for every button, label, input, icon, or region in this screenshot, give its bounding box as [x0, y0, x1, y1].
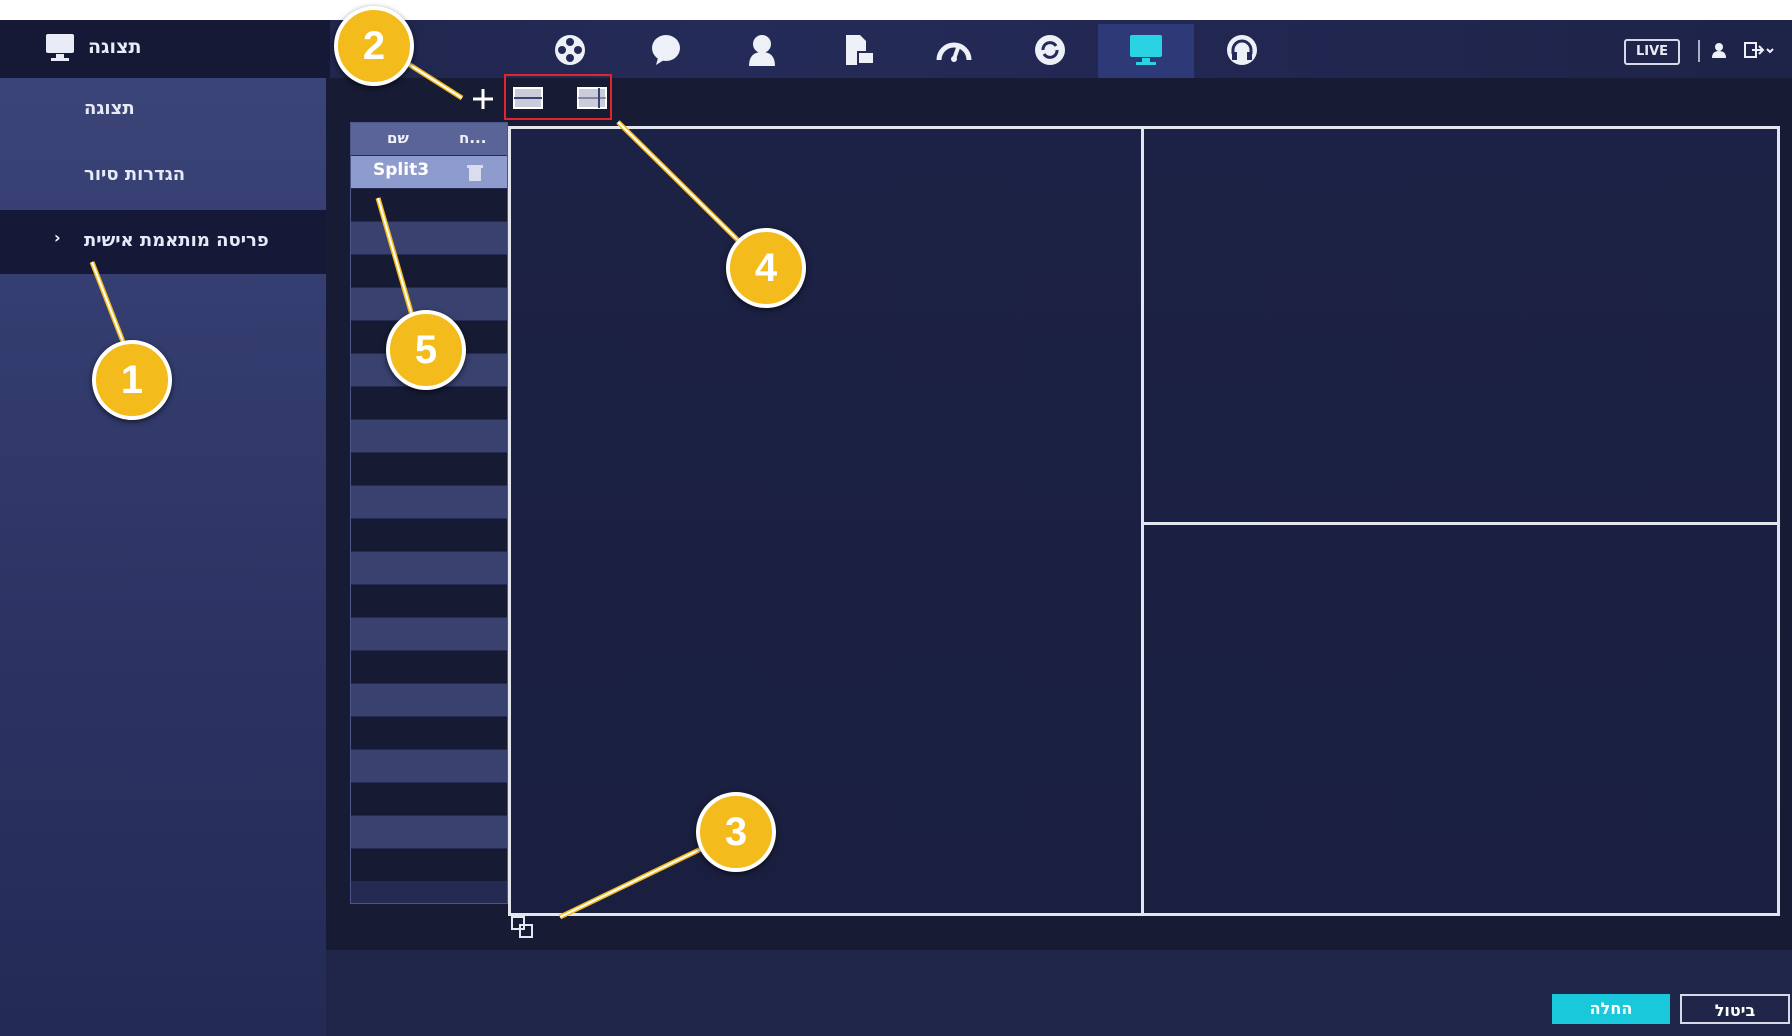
callout-4: 4: [726, 228, 806, 308]
callout-2: 2: [334, 6, 414, 86]
callout-pointers: [89, 43, 760, 920]
callout-3: 3: [696, 792, 776, 872]
callout-1: 1: [92, 340, 172, 420]
callout-5: 5: [386, 310, 466, 390]
